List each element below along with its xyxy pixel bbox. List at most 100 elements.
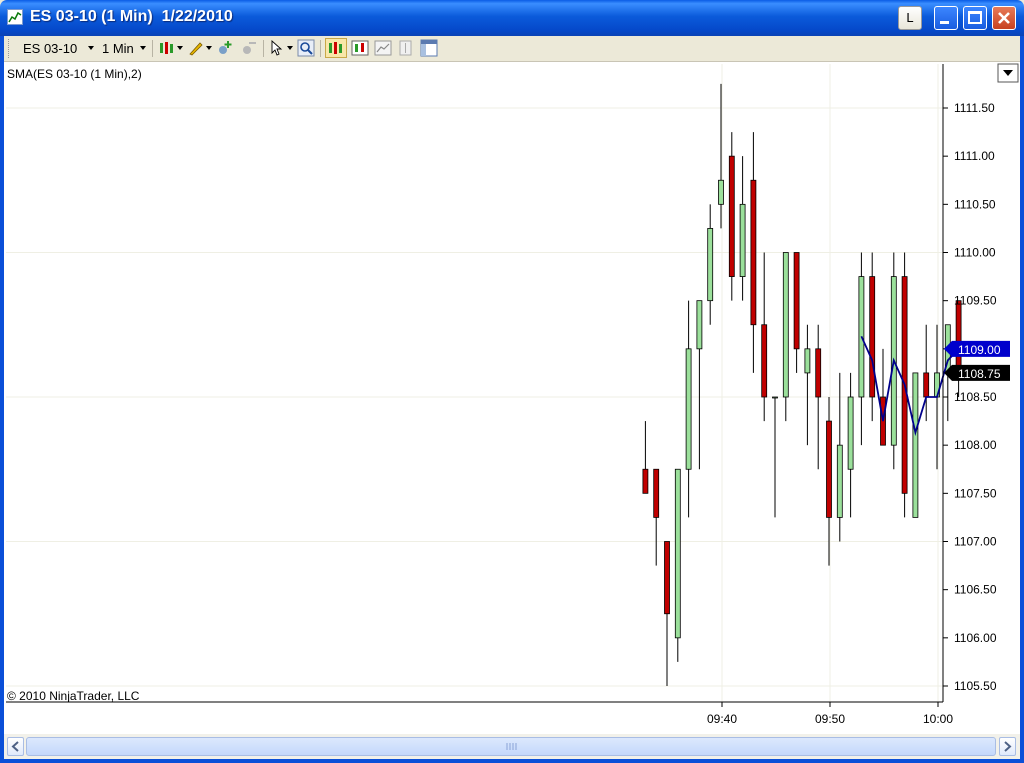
chart-panel[interactable]: 1105.50 1106.00 1106.50 1107.00 1107.50 1108.… [4,62,1020,734]
minimize-button[interactable] [934,6,958,30]
candle[interactable] [858,252,865,446]
pointer-button[interactable] [268,39,286,57]
last-price-tag: 1108.75 [944,364,1010,381]
candle[interactable] [815,324,822,470]
y-tick-label: 1106.50 [954,583,997,597]
interval-selector[interactable]: 1 Min [102,41,134,56]
candle[interactable] [728,132,735,301]
arrow-right-icon [1004,741,1012,752]
add-indicator-button[interactable] [216,39,234,57]
data-box-icon [351,40,369,56]
horizontal-scrollbar[interactable] [4,734,1020,759]
candle[interactable] [869,252,876,422]
candle-body-down [826,420,832,518]
pencil-icon [189,42,203,56]
zoom-button[interactable] [297,39,315,57]
arrow-left-icon [11,741,19,752]
candle-body-down [653,468,660,518]
magnifier-icon [297,39,315,57]
candle[interactable] [664,541,670,687]
candle-body-up [772,396,778,399]
maximize-button[interactable] [963,6,987,30]
pointer-dropdown-icon[interactable] [287,46,293,50]
x-tick-label: 09:50 [815,712,845,726]
remove-indicator-button[interactable] [240,39,258,57]
candle-body-up [685,348,692,470]
layout-button[interactable] [420,39,438,57]
minimize-icon [940,21,949,24]
chart-style-dropdown-icon[interactable] [177,46,183,50]
candle-body-down [869,276,876,398]
scroll-left-button[interactable] [7,737,24,756]
indicator-plus-icon [219,41,232,54]
grip-icon [506,743,517,750]
data-box-button[interactable] [351,39,369,57]
x-tick-label: 09:40 [707,712,737,726]
candle-body-down [761,324,768,398]
properties-button[interactable] [374,39,392,57]
chart-trader-button[interactable] [325,38,347,58]
candle[interactable] [836,372,843,542]
y-tick-label: 1110.00 [954,246,996,260]
candle-body-up [782,252,789,398]
candle-body-down [642,468,649,494]
candle[interactable] [696,300,703,470]
panel-layout-icon [420,39,438,57]
price-tag-label: 1109.00 [958,343,1001,357]
candle[interactable] [653,468,660,566]
candle[interactable] [923,324,930,422]
maximize-icon [968,11,982,24]
instrument-selector[interactable]: ES 03-10 [23,41,77,56]
candle[interactable] [761,252,768,422]
y-tick-label: 1111.00 [954,149,995,163]
candle[interactable] [642,421,649,494]
dollar-page-icon [399,40,412,56]
interval-dropdown-icon[interactable] [140,46,146,50]
snapshot-button[interactable] [397,39,415,57]
drawing-tools-button[interactable] [187,39,205,57]
instrument-dropdown-icon[interactable] [88,46,94,50]
candle[interactable] [782,252,789,422]
candle[interactable] [826,397,832,566]
y-tick-label: 1108.50 [954,390,997,404]
candle-body-down [728,155,735,277]
candle-body-down [955,300,962,374]
link-button[interactable]: L [898,6,922,30]
y-tick-label: 1109.50 [954,294,997,308]
candle[interactable] [707,204,714,325]
toolbar-separator [263,40,264,57]
scroll-right-button[interactable] [999,737,1016,756]
candle[interactable] [804,324,811,446]
candle-body-up [847,396,854,470]
chart-app-icon [7,9,23,25]
candle[interactable] [685,300,692,518]
candle-body-up [674,468,681,639]
panel-menu-button[interactable] [997,63,1019,83]
candle[interactable] [739,156,746,301]
window-frame-bottom [0,759,1024,763]
candle[interactable] [674,468,681,662]
candle-body-up [718,179,724,205]
candle[interactable] [847,372,854,518]
close-button[interactable] [992,6,1016,30]
candle-body-down [815,348,822,398]
candle[interactable] [718,83,724,229]
indicator-label: SMA(ES 03-10 (1 Min),2) [7,67,142,81]
y-tick-label: 1107.00 [954,535,997,549]
price-tag-label: 1108.75 [958,367,1001,381]
candle[interactable] [880,348,886,446]
scroll-thumb[interactable] [26,737,996,756]
price-chart[interactable]: 1105.50 1106.00 1106.50 1107.00 1107.50 1108.… [4,62,1020,734]
candle[interactable] [772,396,778,518]
title-bar[interactable]: ES 03-10 (1 Min) 1/22/2010 L [0,0,1024,36]
chart-trader-icon [329,42,342,54]
candle-body-down [664,541,670,615]
candle[interactable] [750,132,757,373]
chart-properties-icon [374,40,392,56]
candle[interactable] [793,252,800,373]
chart-style-button[interactable] [158,39,176,57]
toolbar-separator [320,40,321,57]
drawing-tools-dropdown-icon[interactable] [206,46,212,50]
candle-body-up [836,444,843,518]
candle[interactable] [912,372,919,518]
